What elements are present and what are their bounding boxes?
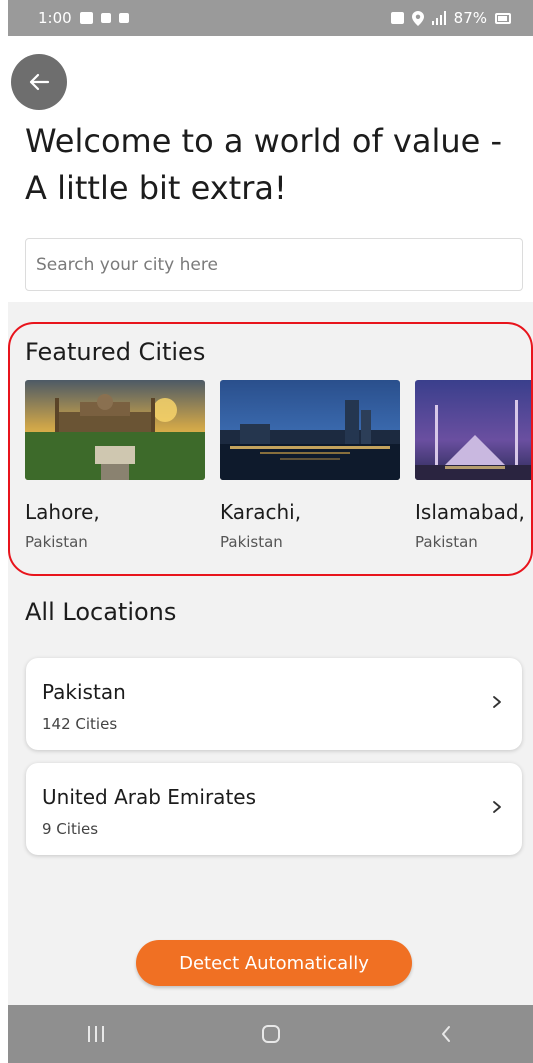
back-button[interactable] [11, 54, 67, 110]
featured-cities-section: Featured Cities Lahore, Pakistan Karachi… [8, 322, 533, 576]
app-notification-icon [118, 13, 129, 23]
location-item-pakistan[interactable]: Pakistan 142 Cities [26, 658, 522, 750]
location-item-uae[interactable]: United Arab Emirates 9 Cities [26, 763, 522, 855]
city-card-islamabad[interactable]: Islamabad, Pakistan [415, 380, 531, 551]
signal-icon [431, 11, 446, 25]
city-country: Pakistan [25, 533, 88, 551]
detect-automatically-button[interactable]: Detect Automatically [136, 940, 412, 986]
city-name: Karachi, [220, 500, 302, 524]
gallery-notification-icon [79, 12, 93, 24]
status-bar: 1:00 87% [8, 0, 533, 36]
city-name: Islamabad, [415, 500, 525, 524]
system-back-button[interactable] [416, 1014, 476, 1054]
featured-cities-title: Featured Cities [25, 338, 206, 366]
location-name: Pakistan [42, 680, 126, 704]
city-country: Pakistan [415, 533, 478, 551]
back-chevron-icon [441, 1026, 450, 1042]
karachi-image [220, 380, 400, 480]
chevron-right-icon [493, 801, 501, 813]
city-card-karachi[interactable]: Karachi, Pakistan [220, 380, 400, 551]
city-card-lahore[interactable]: Lahore, Pakistan [25, 380, 205, 551]
lahore-image [25, 380, 205, 480]
arrow-left-icon [29, 73, 50, 91]
location-icon [411, 10, 424, 26]
search-section [8, 228, 533, 302]
city-name: Lahore, [25, 500, 100, 524]
chevron-right-icon [493, 696, 501, 708]
location-city-count: 142 Cities [42, 715, 118, 733]
battery-percent: 87% [453, 9, 487, 27]
location-name: United Arab Emirates [42, 785, 257, 809]
home-button[interactable] [241, 1014, 301, 1054]
search-input[interactable] [25, 238, 523, 291]
home-icon [261, 1025, 280, 1043]
header: Welcome to a world of value - A little b… [8, 36, 533, 228]
status-time: 1:00 [38, 9, 72, 27]
nfc-icon [390, 12, 404, 24]
city-country: Pakistan [220, 533, 283, 551]
islamabad-image [415, 380, 531, 480]
recent-apps-button[interactable] [66, 1014, 126, 1054]
recent-apps-icon [87, 1026, 104, 1042]
navigation-bar [8, 1005, 533, 1063]
page: Welcome to a world of value - A little b… [8, 36, 533, 1005]
status-right: 87% [390, 9, 511, 27]
page-title: Welcome to a world of value - A little b… [25, 122, 503, 207]
location-city-count: 9 Cities [42, 820, 99, 838]
download-notification-icon [100, 13, 111, 23]
all-locations-title: All Locations [25, 598, 177, 626]
battery-icon [495, 12, 511, 24]
status-left: 1:00 [38, 9, 129, 27]
